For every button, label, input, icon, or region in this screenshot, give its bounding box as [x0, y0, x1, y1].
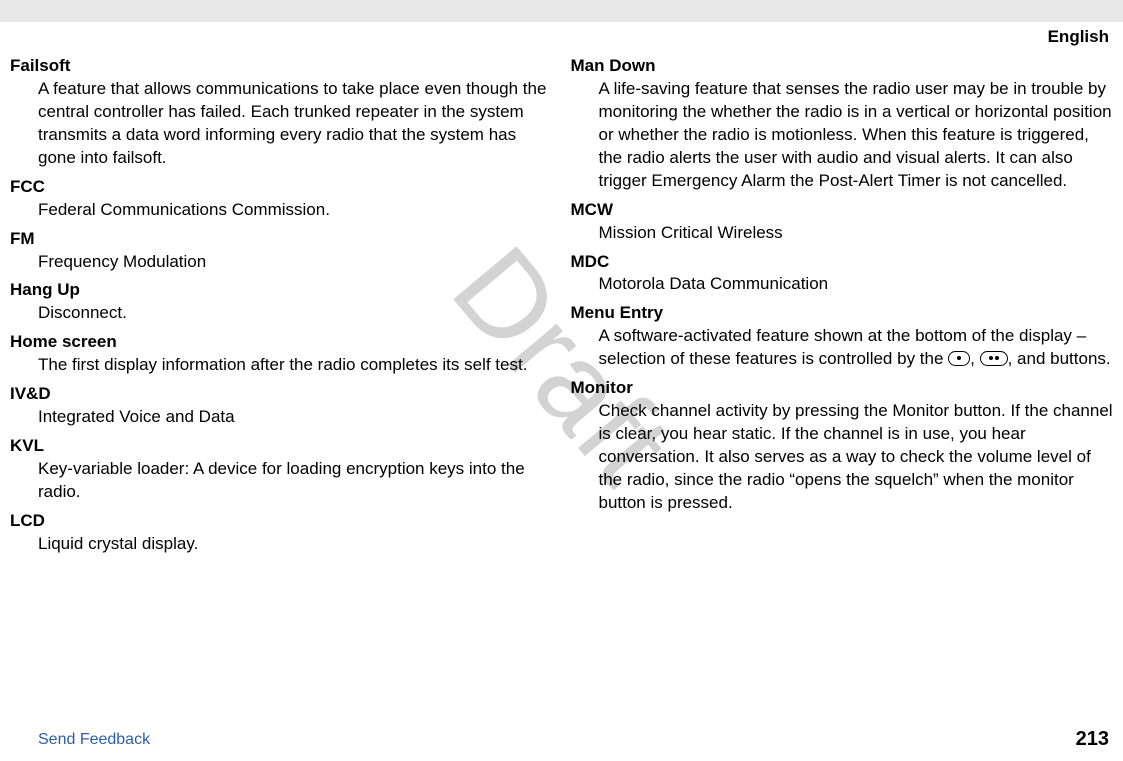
def-ivd: Integrated Voice and Data	[38, 406, 553, 429]
term-ivd: IV&D	[10, 383, 553, 406]
term-fm: FM	[10, 228, 553, 251]
term-fcc: FCC	[10, 176, 553, 199]
term-failsoft: Failsoft	[10, 55, 553, 78]
def-menuentry: A software-activated feature shown at th…	[599, 325, 1114, 371]
term-mcw: MCW	[571, 199, 1114, 222]
softkey-one-dot-icon	[948, 351, 970, 366]
term-lcd: LCD	[10, 510, 553, 533]
right-column: Man Down A life-saving feature that sens…	[571, 55, 1114, 560]
term-hangup: Hang Up	[10, 279, 553, 302]
def-hangup: Disconnect.	[38, 302, 553, 325]
page-number: 213	[1076, 728, 1109, 751]
def-kvl: Key-variable loader: A device for loadin…	[38, 458, 553, 504]
term-mandown: Man Down	[571, 55, 1114, 78]
glossary-content: Failsoft A feature that allows communica…	[0, 55, 1123, 560]
page-footer: Send Feedback 213	[0, 728, 1123, 751]
def-failsoft: A feature that allows communications to …	[38, 78, 553, 170]
def-monitor: Check channel activity by pressing the M…	[599, 400, 1114, 515]
term-homescreen: Home screen	[10, 331, 553, 354]
def-menuentry-post: , and buttons.	[1008, 349, 1111, 368]
term-kvl: KVL	[10, 435, 553, 458]
term-monitor: Monitor	[571, 377, 1114, 400]
def-fcc: Federal Communications Commission.	[38, 199, 553, 222]
def-mandown: A life-saving feature that senses the ra…	[599, 78, 1114, 193]
language-label: English	[0, 22, 1123, 55]
left-column: Failsoft A feature that allows communica…	[10, 55, 553, 560]
def-mdc: Motorola Data Communication	[599, 273, 1114, 296]
term-menuentry: Menu Entry	[571, 302, 1114, 325]
def-fm: Frequency Modulation	[38, 251, 553, 274]
softkey-two-dot-icon	[980, 351, 1008, 366]
term-mdc: MDC	[571, 251, 1114, 274]
def-lcd: Liquid crystal display.	[38, 533, 553, 556]
def-homescreen: The first display information after the …	[38, 354, 553, 377]
top-bar	[0, 0, 1123, 22]
send-feedback-link[interactable]: Send Feedback	[38, 731, 150, 749]
def-mcw: Mission Critical Wireless	[599, 222, 1114, 245]
